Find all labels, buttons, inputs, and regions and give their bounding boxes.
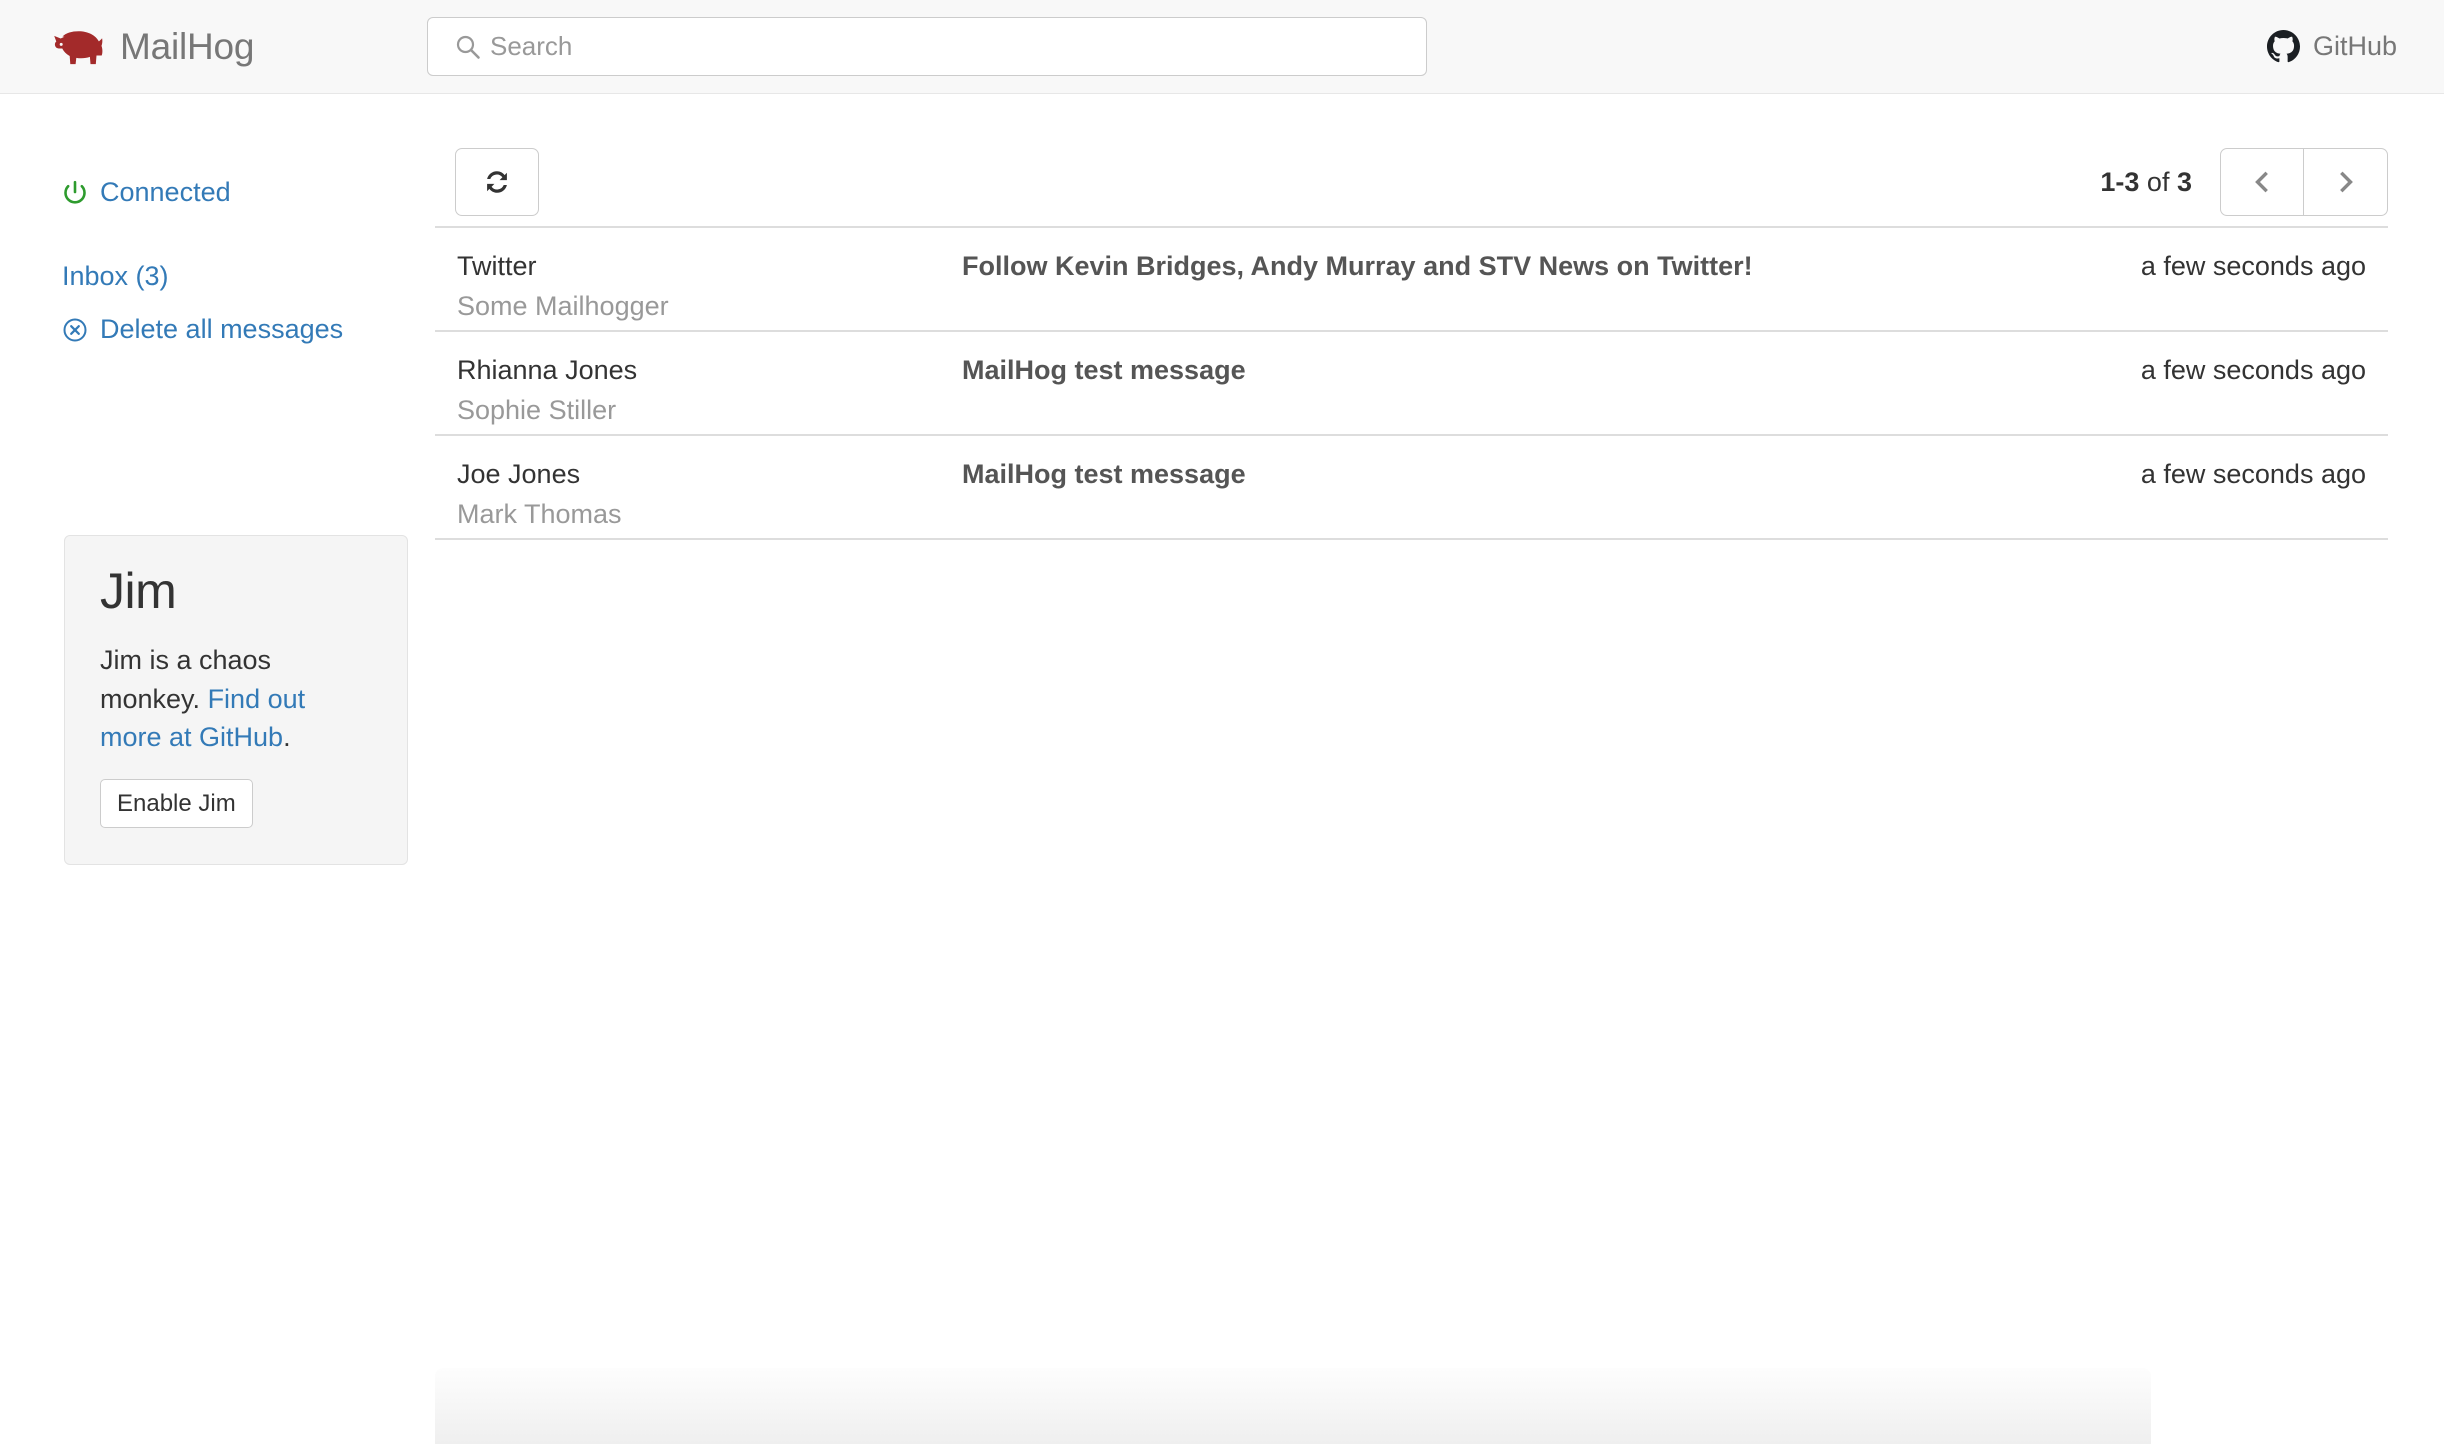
delete-all-link[interactable]: Delete all messages (62, 316, 343, 343)
search-input[interactable] (427, 17, 1427, 76)
inbox-link[interactable]: Inbox (3) (62, 263, 169, 290)
message-received: a few seconds ago (2140, 251, 2366, 281)
message-received: a few seconds ago (2140, 459, 2366, 489)
brand-home-link[interactable]: MailHog (52, 0, 255, 93)
delete-circle-icon (62, 317, 88, 343)
pagination-of: of (2146, 166, 2170, 197)
jim-description: Jim is a chaos monkey. Find out more at … (100, 641, 372, 757)
jim-title: Jim (100, 563, 177, 619)
table-row[interactable]: Joe Jones Mark Thomas MailHog test messa… (435, 436, 2388, 540)
chevron-right-icon (2334, 170, 2358, 194)
message-from-cell: Twitter Some Mailhogger (457, 248, 937, 325)
connected-link[interactable]: Connected (62, 179, 231, 206)
brand-label: MailHog (120, 26, 255, 67)
message-from: Joe Jones (457, 459, 581, 489)
refresh-icon (482, 167, 512, 197)
pagination-total: 3 (2176, 166, 2192, 197)
message-list: Twitter Some Mailhogger Follow Kevin Bri… (435, 226, 2388, 540)
sidebar-item-connected[interactable]: Connected (62, 179, 231, 211)
message-received: a few seconds ago (2140, 355, 2366, 385)
search-container (427, 17, 1427, 76)
delete-all-label: Delete all messages (100, 314, 344, 344)
message-from: Rhianna Jones (457, 355, 638, 385)
message-to: Sophie Stiller (457, 395, 617, 426)
message-subject: Follow Kevin Bridges, Andy Murray and ST… (962, 251, 1753, 281)
table-row[interactable]: Rhianna Jones Sophie Stiller MailHog tes… (435, 332, 2388, 436)
github-label: GitHub (2312, 31, 2397, 61)
power-icon (62, 180, 88, 206)
pig-icon (52, 27, 104, 67)
message-from-cell: Joe Jones Mark Thomas (457, 456, 937, 533)
connected-label: Connected (100, 177, 231, 207)
chevron-left-icon (2250, 170, 2274, 194)
message-to: Mark Thomas (457, 499, 622, 530)
inbox-label: Inbox (3) (62, 261, 169, 291)
message-to: Some Mailhogger (457, 291, 669, 322)
pagination: 1-3 of 3 (2100, 148, 2388, 216)
pagination-label: 1-3 of 3 (2100, 167, 2192, 198)
message-from: Twitter (457, 251, 537, 281)
message-subject: MailHog test message (962, 459, 1246, 489)
prev-page-button[interactable] (2220, 148, 2304, 216)
message-subject: MailHog test message (962, 355, 1246, 385)
sidebar-item-delete-all[interactable]: Delete all messages (62, 316, 343, 348)
sidebar-item-inbox[interactable]: Inbox (3) (62, 263, 169, 290)
enable-jim-button[interactable]: Enable Jim (100, 778, 253, 829)
jim-panel: Jim Jim is a chaos monkey. Find out more… (64, 535, 408, 866)
github-icon (2266, 30, 2300, 63)
top-navbar: MailHog GitHub (0, 0, 2444, 94)
message-toolbar: 1-3 of 3 (435, 148, 2388, 216)
table-row[interactable]: Twitter Some Mailhogger Follow Kevin Bri… (435, 228, 2388, 332)
main-content: 1-3 of 3 Twitter Some Mailhogger Follow … (435, 94, 2444, 1444)
pagination-range: 1-3 (2100, 166, 2140, 197)
refresh-button[interactable] (455, 148, 539, 216)
github-link[interactable]: GitHub (2266, 0, 2397, 93)
jim-link-suffix: . (283, 722, 291, 753)
message-from-cell: Rhianna Jones Sophie Stiller (457, 352, 937, 429)
next-page-button[interactable] (2304, 148, 2388, 216)
